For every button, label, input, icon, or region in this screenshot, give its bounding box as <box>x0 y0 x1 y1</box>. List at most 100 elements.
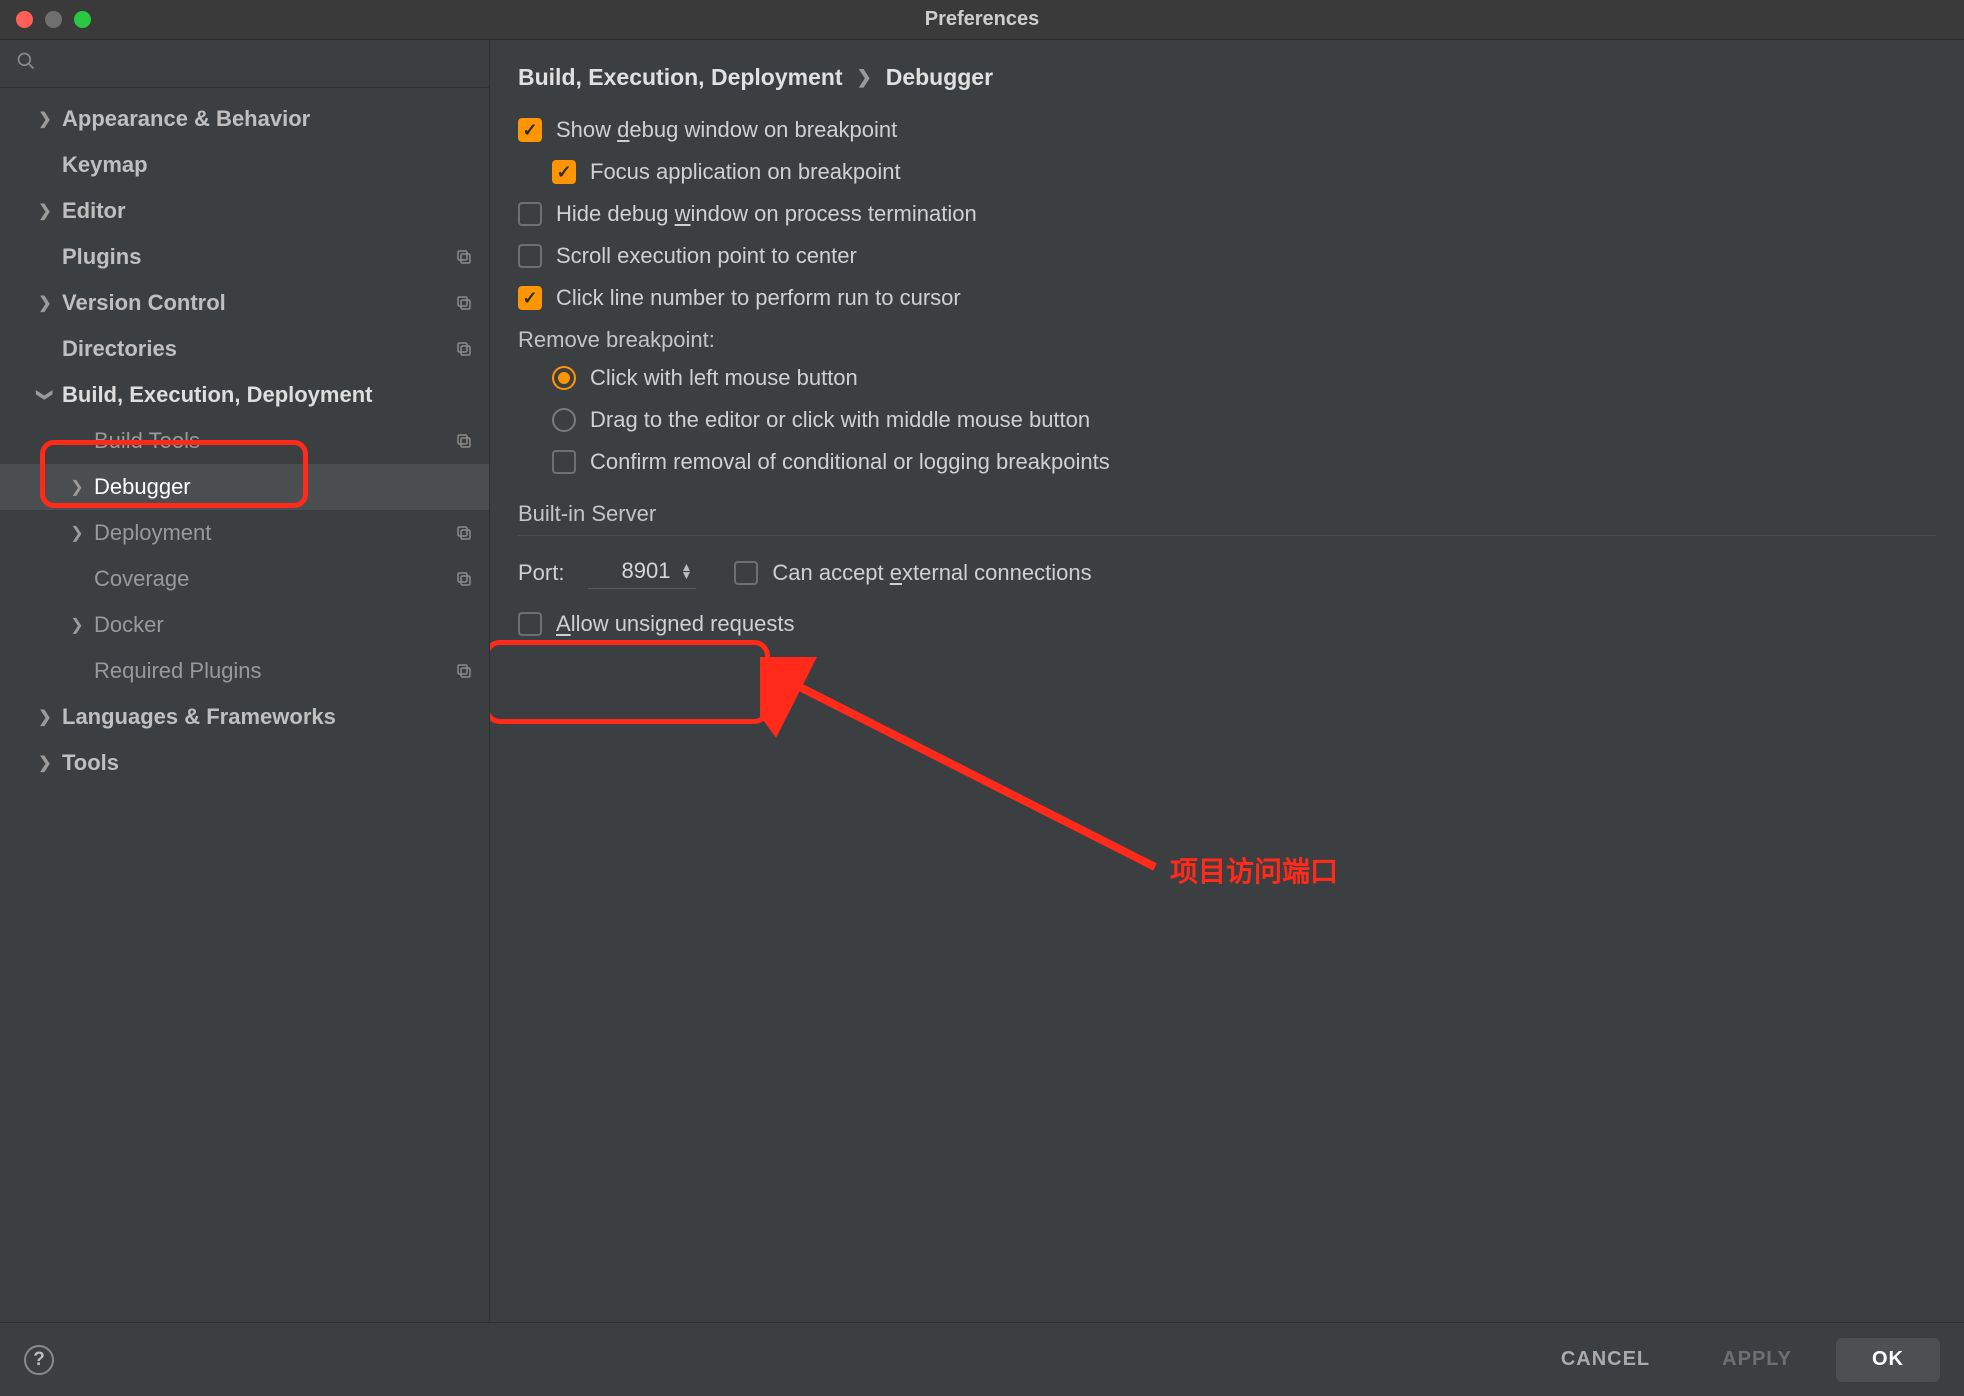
checkbox-icon[interactable] <box>518 286 542 310</box>
settings-tree[interactable]: ❯ Appearance & Behavior ❯ Keymap ❯ Edito… <box>0 88 489 1322</box>
chevron-down-icon: ❯ <box>35 386 55 404</box>
titlebar: Preferences <box>0 0 1964 40</box>
sidebar-item-label: Keymap <box>62 152 475 178</box>
sidebar-item-label: Plugins <box>62 244 453 270</box>
sidebar-item-label: Directories <box>62 336 453 362</box>
sidebar-item-coverage[interactable]: ❯ Coverage <box>0 556 489 602</box>
radio-icon[interactable] <box>552 366 576 390</box>
sidebar-item-label: Languages & Frameworks <box>62 704 475 730</box>
chevron-right-icon: ❯ <box>36 753 54 773</box>
preferences-window: Preferences ❯ Appearance & Behavior ❯ Ke… <box>0 0 1964 1396</box>
option-label: Click with left mouse button <box>590 365 858 391</box>
option-label: Scroll execution point to center <box>556 243 857 269</box>
option-confirm-removal[interactable]: Confirm removal of conditional or loggin… <box>552 449 1936 475</box>
scope-icon <box>453 246 475 268</box>
option-label: Show debug window on breakpoint <box>556 117 897 143</box>
option-accept-external[interactable]: Can accept external connections <box>734 560 1091 586</box>
sidebar-item-build-tools[interactable]: ❯ Build Tools <box>0 418 489 464</box>
option-label: Hide debug window on process termination <box>556 201 977 227</box>
apply-button[interactable]: APPLY <box>1694 1338 1820 1382</box>
sidebar-item-tools[interactable]: ❯ Tools <box>0 740 489 786</box>
scope-icon <box>453 660 475 682</box>
sidebar-item-languages-frameworks[interactable]: ❯ Languages & Frameworks <box>0 694 489 740</box>
breadcrumb-root[interactable]: Build, Execution, Deployment <box>518 64 843 91</box>
sidebar-item-label: Docker <box>94 612 475 638</box>
sidebar-item-plugins[interactable]: ❯ Plugins <box>0 234 489 280</box>
chevron-right-icon: ❯ <box>857 67 872 88</box>
sidebar-item-label: Editor <box>62 198 475 224</box>
option-label: Confirm removal of conditional or loggin… <box>590 449 1110 475</box>
sidebar-item-required-plugins[interactable]: ❯ Required Plugins <box>0 648 489 694</box>
built-in-server-title: Built-in Server <box>518 501 1936 536</box>
chevron-right-icon: ❯ <box>68 615 86 635</box>
sidebar-item-label: Debugger <box>94 474 475 500</box>
breadcrumb-leaf: Debugger <box>886 64 993 91</box>
annotation-arrow-icon <box>760 657 1170 887</box>
breadcrumb: Build, Execution, Deployment ❯ Debugger <box>518 64 1936 91</box>
checkbox-icon[interactable] <box>734 561 758 585</box>
radio-icon[interactable] <box>552 408 576 432</box>
sidebar: ❯ Appearance & Behavior ❯ Keymap ❯ Edito… <box>0 40 490 1322</box>
sidebar-item-label: Build, Execution, Deployment <box>62 382 475 408</box>
chevron-right-icon: ❯ <box>68 523 86 543</box>
sidebar-item-build-execution-deployment[interactable]: ❯ Build, Execution, Deployment <box>0 372 489 418</box>
sidebar-item-directories[interactable]: ❯ Directories <box>0 326 489 372</box>
search-row <box>0 40 489 88</box>
option-show-debug-window[interactable]: Show debug window on breakpoint <box>518 117 1936 143</box>
content-area: ❯ Appearance & Behavior ❯ Keymap ❯ Edito… <box>0 40 1964 1322</box>
scope-icon <box>453 338 475 360</box>
sidebar-item-keymap[interactable]: ❯ Keymap <box>0 142 489 188</box>
annotation-highlight-port <box>490 640 770 724</box>
checkbox-icon[interactable] <box>518 202 542 226</box>
help-button[interactable]: ? <box>24 1345 54 1375</box>
sidebar-item-editor[interactable]: ❯ Editor <box>0 188 489 234</box>
option-allow-unsigned[interactable]: Allow unsigned requests <box>518 611 1936 637</box>
radio-left-click[interactable]: Click with left mouse button <box>552 365 1936 391</box>
cancel-button[interactable]: CANCEL <box>1533 1338 1678 1382</box>
search-icon[interactable] <box>16 51 36 77</box>
step-down-icon[interactable]: ▼ <box>680 571 692 579</box>
checkbox-icon[interactable] <box>518 612 542 636</box>
chevron-right-icon: ❯ <box>68 477 86 497</box>
sidebar-item-label: Deployment <box>94 520 453 546</box>
scope-icon <box>453 568 475 590</box>
option-focus-application[interactable]: Focus application on breakpoint <box>552 159 1936 185</box>
sidebar-item-label: Appearance & Behavior <box>62 106 475 132</box>
option-label: Allow unsigned requests <box>556 611 795 637</box>
option-click-line-run[interactable]: Click line number to perform run to curs… <box>518 285 1936 311</box>
option-label: Can accept external connections <box>772 560 1091 586</box>
option-hide-on-termination[interactable]: Hide debug window on process termination <box>518 201 1936 227</box>
option-scroll-center[interactable]: Scroll execution point to center <box>518 243 1936 269</box>
checkbox-icon[interactable] <box>518 118 542 142</box>
sidebar-item-label: Build Tools <box>94 428 453 454</box>
scope-icon <box>453 430 475 452</box>
sidebar-item-label: Tools <box>62 750 475 776</box>
port-spinner[interactable]: ▲ ▼ <box>588 556 696 589</box>
checkbox-icon[interactable] <box>518 244 542 268</box>
scope-icon <box>453 292 475 314</box>
chevron-right-icon: ❯ <box>36 109 54 129</box>
sidebar-item-label: Version Control <box>62 290 453 316</box>
sidebar-item-debugger[interactable]: ❯ Debugger <box>0 464 489 510</box>
remove-breakpoint-label: Remove breakpoint: <box>518 327 1936 353</box>
ok-button[interactable]: OK <box>1836 1338 1940 1382</box>
port-label: Port: <box>518 560 564 586</box>
port-input[interactable] <box>596 558 670 584</box>
option-label: Focus application on breakpoint <box>590 159 901 185</box>
checkbox-icon[interactable] <box>552 160 576 184</box>
chevron-right-icon: ❯ <box>36 707 54 727</box>
sidebar-item-version-control[interactable]: ❯ Version Control <box>0 280 489 326</box>
sidebar-item-deployment[interactable]: ❯ Deployment <box>0 510 489 556</box>
annotation-text: 项目访问端口 <box>1170 850 1338 890</box>
option-label: Click line number to perform run to curs… <box>556 285 961 311</box>
sidebar-item-docker[interactable]: ❯ Docker <box>0 602 489 648</box>
radio-drag-middle[interactable]: Drag to the editor or click with middle … <box>552 407 1936 433</box>
window-title: Preferences <box>0 8 1964 31</box>
sidebar-item-appearance-behavior[interactable]: ❯ Appearance & Behavior <box>0 96 489 142</box>
chevron-right-icon: ❯ <box>36 201 54 221</box>
checkbox-icon[interactable] <box>552 450 576 474</box>
settings-panel: Build, Execution, Deployment ❯ Debugger … <box>490 40 1964 1322</box>
sidebar-item-label: Required Plugins <box>94 658 453 684</box>
footer: ? CANCEL APPLY OK <box>0 1322 1964 1396</box>
steppers[interactable]: ▲ ▼ <box>680 563 692 580</box>
